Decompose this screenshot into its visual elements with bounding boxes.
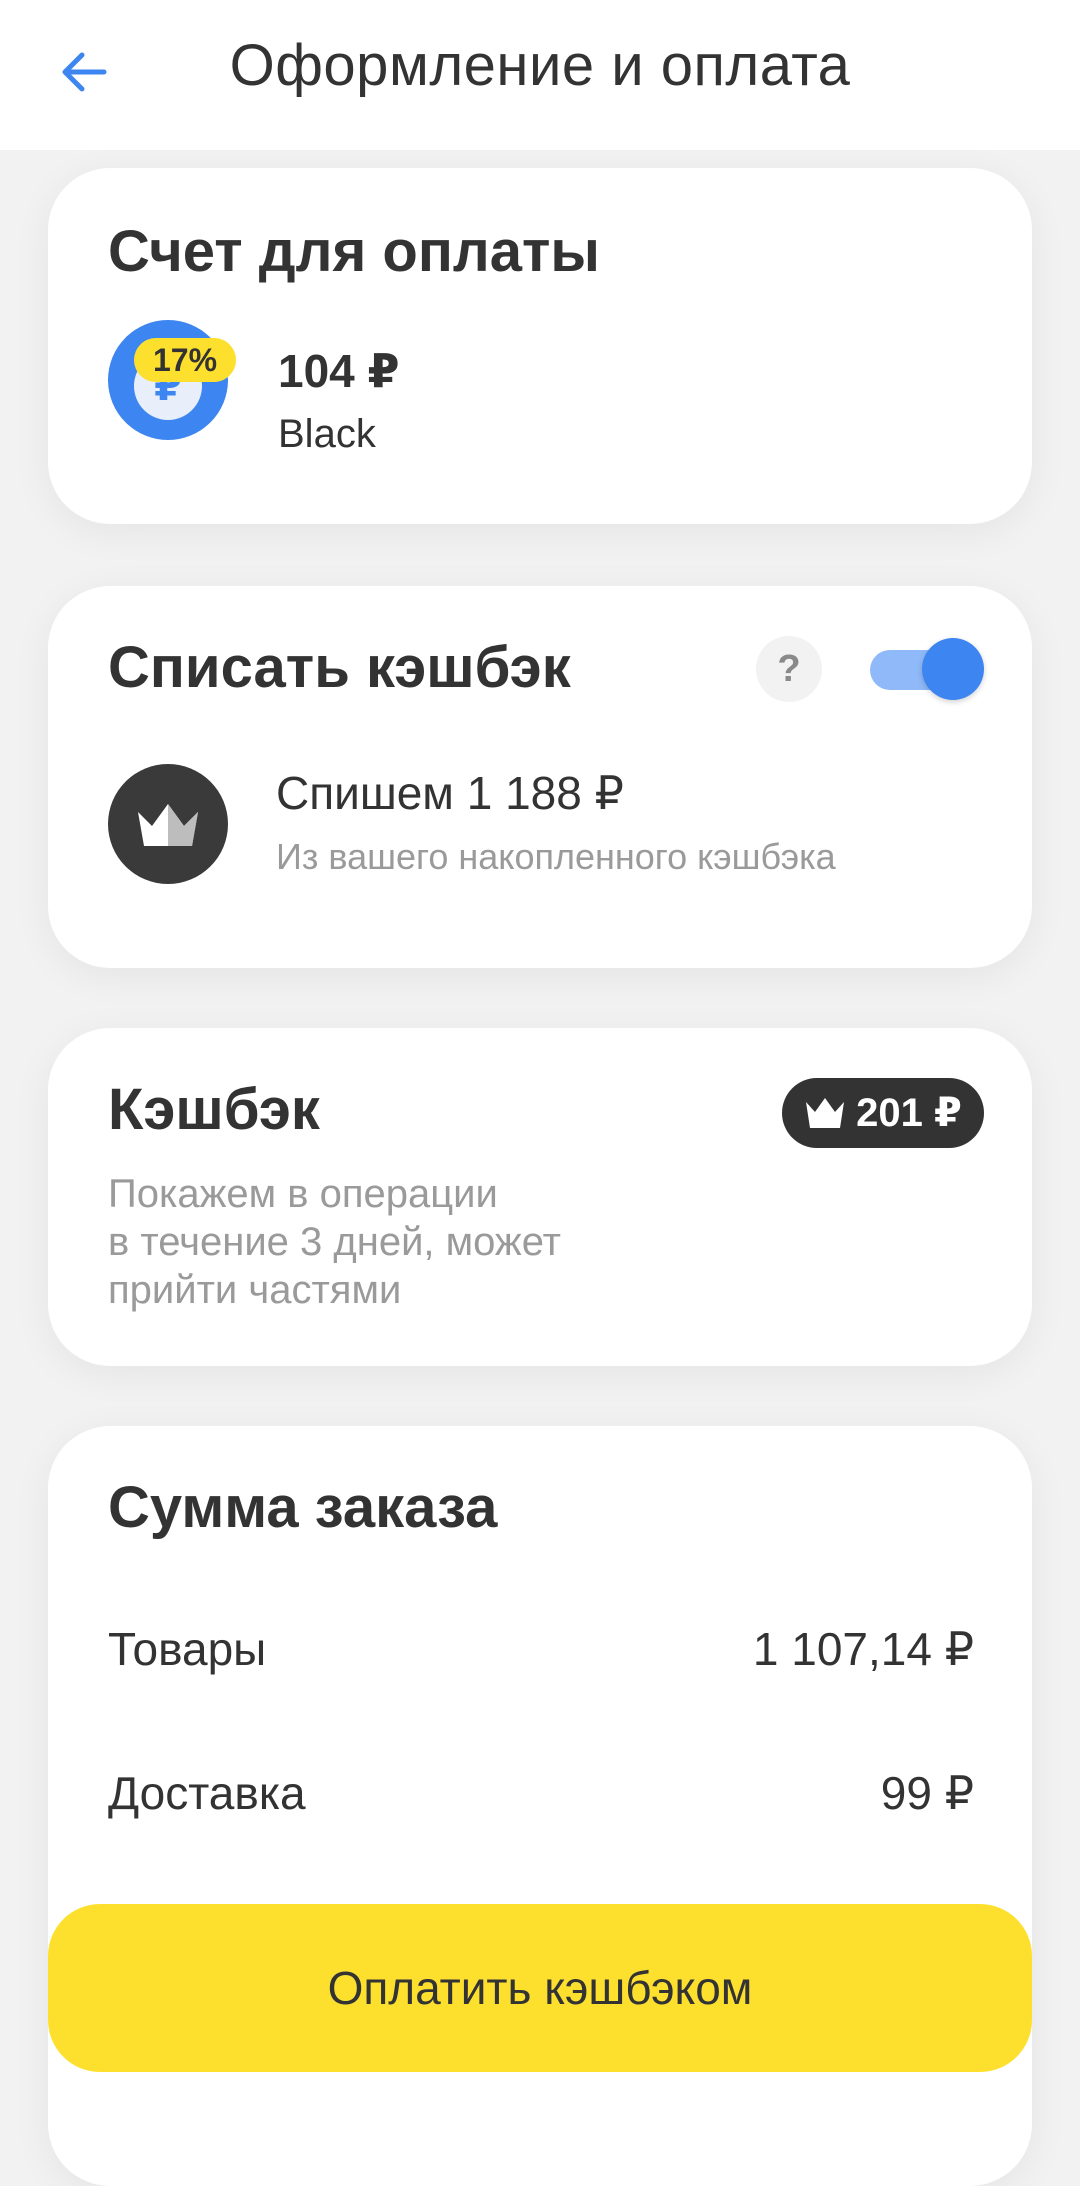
page-title: Оформление и оплата: [229, 33, 851, 98]
account-balance: 104 ₽: [278, 345, 400, 397]
pay-with-cashback-button[interactable]: Оплатить кэшбэком: [48, 1904, 1032, 2072]
use-cashback-card: Списать кэшбэк ? Спишем 1 188 ₽ Из вашег…: [48, 586, 1032, 968]
cashback-description-line: Покажем в операции: [108, 1172, 498, 1216]
account-name: Black: [278, 412, 376, 456]
cashback-writeoff-amount: Спишем 1 188 ₽: [276, 767, 624, 819]
goods-value: 1 107,14 ₽: [752, 1623, 974, 1675]
order-summary-card: Сумма заказа Товары 1 107,14 ₽ Доставка …: [48, 1426, 1032, 2186]
cashback-writeoff-note: Из вашего накопленного кэшбэка: [276, 836, 836, 877]
cashback-amount-badge: 201 ₽: [782, 1078, 984, 1148]
crown-icon: [108, 764, 228, 884]
cashback-description-line: в течение 3 дней, может: [108, 1220, 561, 1264]
cashback-description-line: прийти частями: [108, 1268, 402, 1312]
delivery-value: 99 ₽: [880, 1767, 974, 1819]
cashback-amount: 201 ₽: [856, 1091, 962, 1135]
delivery-label: Доставка: [108, 1767, 306, 1819]
card-title: Счет для оплаты: [108, 219, 600, 284]
toggle-knob: [922, 638, 984, 700]
payment-account-card[interactable]: Счет для оплаты ₽ 17% 104 ₽ Black: [48, 168, 1032, 524]
card-title: Кэшбэк: [108, 1077, 320, 1142]
cashback-card: Кэшбэк 201 ₽ Покажем в операции в течени…: [48, 1028, 1032, 1366]
help-button[interactable]: ?: [756, 636, 822, 702]
card-title: Списать кэшбэк: [108, 635, 571, 700]
cashback-percent-badge: 17%: [134, 338, 236, 382]
goods-label: Товары: [108, 1623, 267, 1675]
cashback-description: Покажем в операции в течение 3 дней, мож…: [108, 1170, 668, 1314]
card-title: Сумма заказа: [108, 1475, 498, 1540]
top-bar: Оформление и оплата: [0, 0, 1080, 150]
crown-icon: [806, 1098, 845, 1128]
use-cashback-toggle[interactable]: [870, 638, 984, 700]
